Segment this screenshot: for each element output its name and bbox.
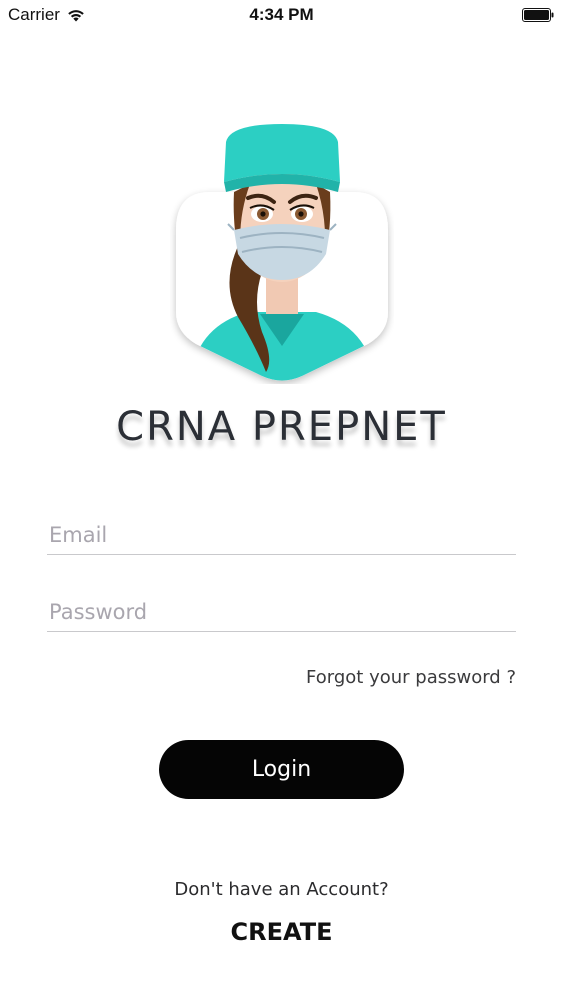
create-account-button[interactable]: CREATE	[231, 918, 333, 946]
forgot-password-link[interactable]: Forgot your password ?	[306, 667, 516, 688]
create-account-container: CREATE	[0, 918, 563, 946]
brand-name: CRNA PREPNET	[116, 404, 447, 450]
password-input[interactable]	[47, 593, 520, 631]
app-logo	[170, 122, 394, 384]
nurse-avatar-icon	[176, 124, 388, 381]
battery-icon	[522, 8, 554, 22]
email-field[interactable]	[47, 516, 520, 555]
no-account-text: Don't have an Account?	[174, 879, 389, 900]
email-input[interactable]	[47, 516, 520, 554]
password-field[interactable]	[47, 593, 520, 632]
status-bar: Carrier 4:34 PM	[0, 0, 563, 30]
status-time: 4:34 PM	[249, 5, 314, 24]
login-button[interactable]: Login	[159, 740, 404, 799]
